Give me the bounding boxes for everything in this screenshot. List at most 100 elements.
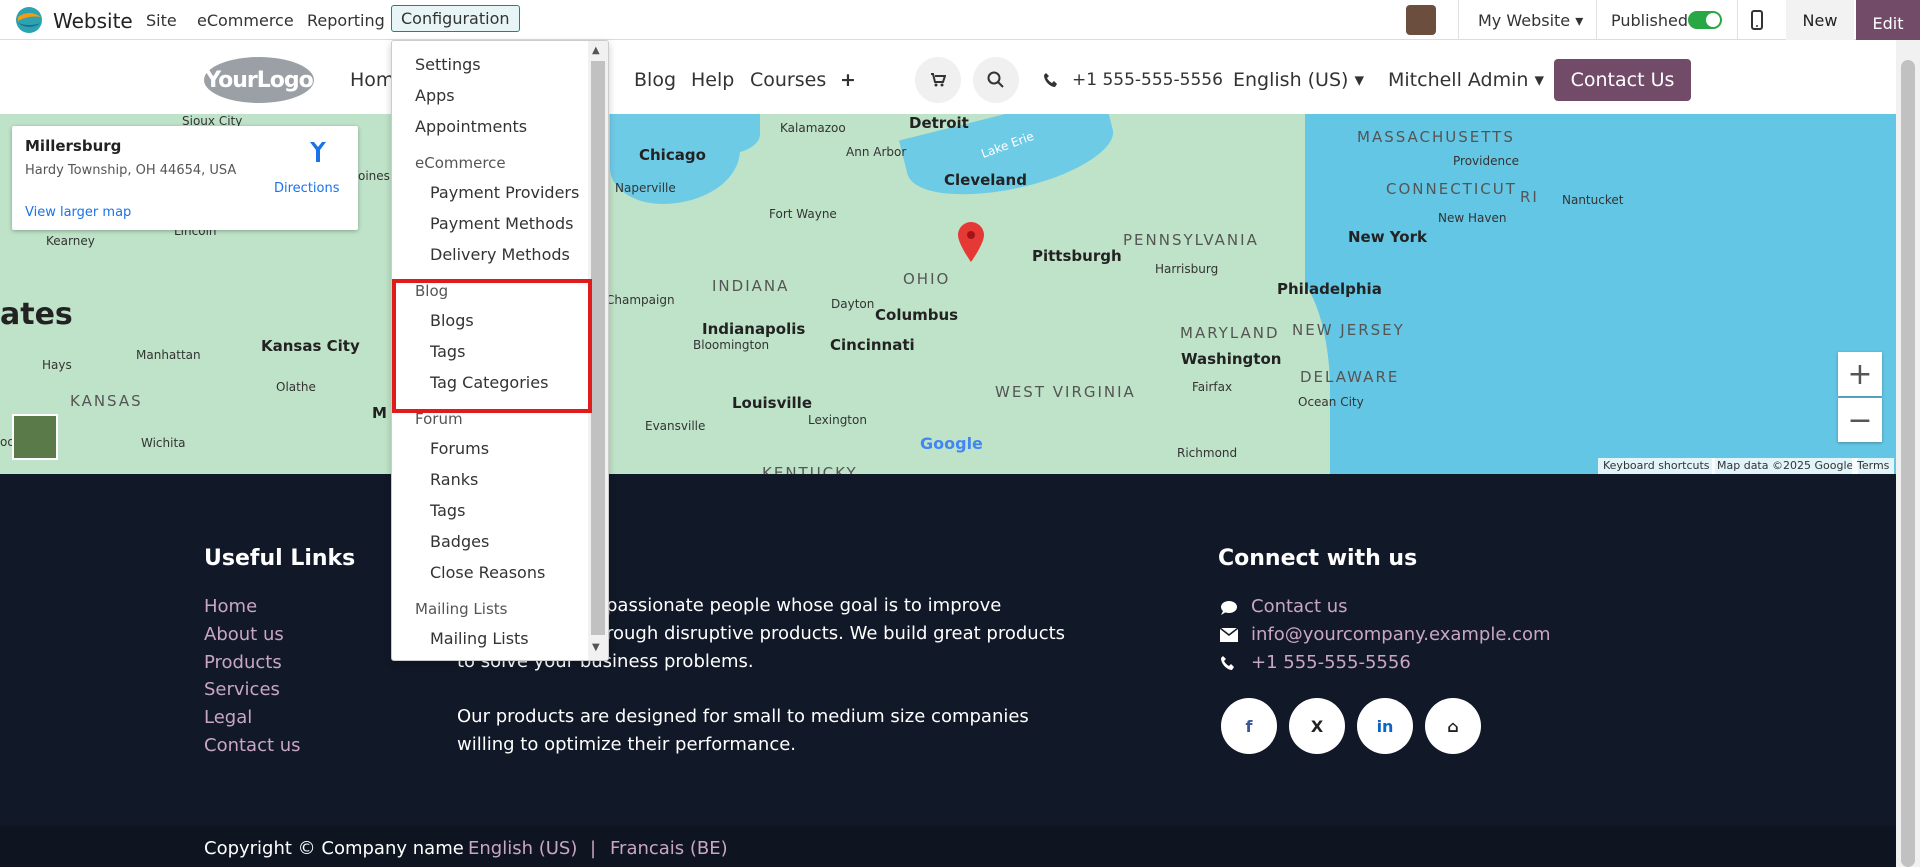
footer-link-legal[interactable]: Legal — [204, 707, 252, 728]
contact-us-button[interactable]: Contact Us — [1554, 59, 1691, 101]
nav-home[interactable]: Hom — [350, 69, 394, 91]
zoom-out-button[interactable]: − — [1838, 398, 1882, 442]
directions-icon[interactable] — [306, 140, 330, 164]
dropdown-item-forums[interactable]: Forums — [430, 439, 489, 458]
dropdown-item-close-reasons[interactable]: Close Reasons — [430, 563, 545, 582]
map-label: Nantucket — [1562, 193, 1624, 207]
dropdown-scrollbar-thumb[interactable] — [591, 61, 605, 635]
scrollbar-thumb[interactable] — [1901, 60, 1915, 867]
atlantic-ocean — [1305, 114, 1896, 474]
map-label: M — [372, 404, 387, 422]
caret-down-icon: ▾ — [1354, 69, 1365, 91]
header-phone[interactable]: +1 555-555-5556 — [1072, 70, 1223, 90]
menu-reporting[interactable]: Reporting — [307, 11, 385, 30]
map-label: OHIO — [903, 270, 951, 288]
dropdown-item-apps[interactable]: Apps — [415, 86, 455, 105]
dropdown-item-settings[interactable]: Settings — [415, 55, 481, 74]
dropdown-item-delivery-methods[interactable]: Delivery Methods — [430, 245, 570, 264]
website-app-icon[interactable] — [15, 7, 44, 34]
site-footer: Useful Links Home About us Products Serv… — [0, 474, 1896, 867]
mobile-preview-icon[interactable] — [1751, 10, 1763, 30]
dropdown-item-tags[interactable]: Tags — [430, 501, 465, 520]
map-label: Providence — [1453, 154, 1520, 168]
map-label: Fairfax — [1192, 380, 1233, 394]
lang-divider: | — [590, 838, 597, 859]
place-title: Millersburg — [25, 137, 122, 155]
footer-link-home[interactable]: Home — [204, 596, 257, 617]
menu-site[interactable]: Site — [146, 11, 177, 30]
search-button[interactable] — [973, 57, 1019, 103]
keyboard-shortcuts-link[interactable]: Keyboard shortcuts — [1598, 458, 1715, 474]
map-data-attribution: Map data ©2025 Google — [1712, 458, 1859, 474]
divider — [1458, 0, 1459, 40]
page-scrollbar[interactable] — [1896, 40, 1920, 867]
map-label: ates — [0, 297, 73, 332]
map-label: Naperville — [615, 181, 676, 195]
connect-contact-link[interactable]: Contact us — [1251, 596, 1348, 617]
footer-link-products[interactable]: Products — [204, 652, 282, 673]
dropdown-item-mailing-lists[interactable]: Mailing Lists — [430, 629, 529, 648]
map-label: Bloomington — [693, 338, 770, 352]
menu-configuration[interactable]: Configuration — [391, 5, 520, 32]
new-button[interactable]: New — [1786, 0, 1854, 40]
divider — [1737, 0, 1738, 40]
nav-help[interactable]: Help — [691, 69, 734, 91]
satellite-layer-toggle[interactable] — [12, 414, 58, 460]
map-label: RI — [1520, 188, 1539, 206]
dropdown-item-appointments[interactable]: Appointments — [415, 117, 527, 136]
language-selector[interactable]: English (US) ▾ — [1233, 69, 1364, 91]
map-label: Harrisburg — [1155, 262, 1219, 276]
footer-link-about[interactable]: About us — [204, 624, 284, 645]
lang-english-link[interactable]: English (US) — [468, 838, 577, 859]
view-larger-map-link[interactable]: View larger map — [25, 205, 131, 220]
site-logo[interactable]: YourLogo — [204, 57, 314, 103]
linkedin-icon[interactable]: in — [1357, 698, 1413, 754]
x-twitter-icon[interactable]: X — [1289, 698, 1345, 754]
dropdown-item-ranks[interactable]: Ranks — [430, 470, 478, 489]
lang-french-link[interactable]: Francais (BE) — [610, 838, 728, 859]
user-avatar[interactable] — [1406, 5, 1436, 35]
connect-email-link[interactable]: info@yourcompany.example.com — [1251, 624, 1551, 645]
website-header: YourLogo Hom n Blog Help Courses + +1 55… — [0, 40, 1896, 114]
dropdown-item-badges[interactable]: Badges — [430, 532, 489, 551]
dropdown-item-payment-providers[interactable]: Payment Providers — [430, 183, 579, 202]
scroll-up-icon[interactable]: ▲ — [592, 45, 600, 56]
facebook-icon[interactable]: f — [1221, 698, 1277, 754]
about-text: willing to optimize their performance. — [457, 734, 797, 755]
map-label: Philadelphia — [1277, 280, 1382, 298]
map-label: NEW JERSEY — [1292, 321, 1405, 339]
connect-phone-link[interactable]: +1 555-555-5556 — [1251, 652, 1411, 673]
admin-navbar: Website Site eCommerce Reporting Configu… — [0, 0, 1920, 46]
add-page-icon[interactable]: + — [840, 69, 856, 91]
zoom-in-button[interactable]: + — [1838, 352, 1882, 396]
nav-blog[interactable]: Blog — [634, 69, 676, 91]
map-label: Manhattan — [136, 348, 201, 362]
chat-icon — [1221, 601, 1237, 615]
terms-link[interactable]: Terms — [1852, 458, 1895, 474]
map-label: Kalamazoo — [780, 121, 846, 135]
footer-link-contact[interactable]: Contact us — [204, 735, 301, 756]
map-label: Fort Wayne — [769, 207, 837, 221]
map-label: Cincinnati — [830, 336, 915, 354]
dropdown-item-payment-methods[interactable]: Payment Methods — [430, 214, 573, 233]
copyright-text: Copyright © Company name — [204, 838, 464, 859]
google-map[interactable]: ates oines Detroit Chicago Naperville Ka… — [0, 114, 1896, 474]
scroll-down-icon[interactable]: ▼ — [592, 642, 600, 653]
directions-link[interactable]: Directions — [274, 181, 340, 196]
home-icon[interactable]: ⌂ — [1425, 698, 1481, 754]
user-menu[interactable]: Mitchell Admin ▾ — [1388, 69, 1544, 91]
map-label: PENNSYLVANIA — [1123, 231, 1259, 249]
map-marker-icon[interactable] — [958, 222, 984, 262]
published-toggle[interactable] — [1688, 11, 1722, 29]
menu-ecommerce[interactable]: eCommerce — [197, 11, 294, 30]
map-label: Ann Arbor — [846, 145, 907, 159]
app-name[interactable]: Website — [53, 9, 133, 33]
footer-link-services[interactable]: Services — [204, 679, 280, 700]
blog-section-highlight — [392, 279, 592, 413]
cart-button[interactable] — [915, 57, 961, 103]
map-label: Indianapolis — [702, 320, 806, 338]
about-text: rough disruptive products. We build grea… — [606, 623, 1066, 644]
map-label: New York — [1348, 228, 1427, 246]
nav-courses[interactable]: Courses — [750, 69, 826, 91]
website-selector[interactable]: My Website ▾ — [1478, 11, 1583, 30]
